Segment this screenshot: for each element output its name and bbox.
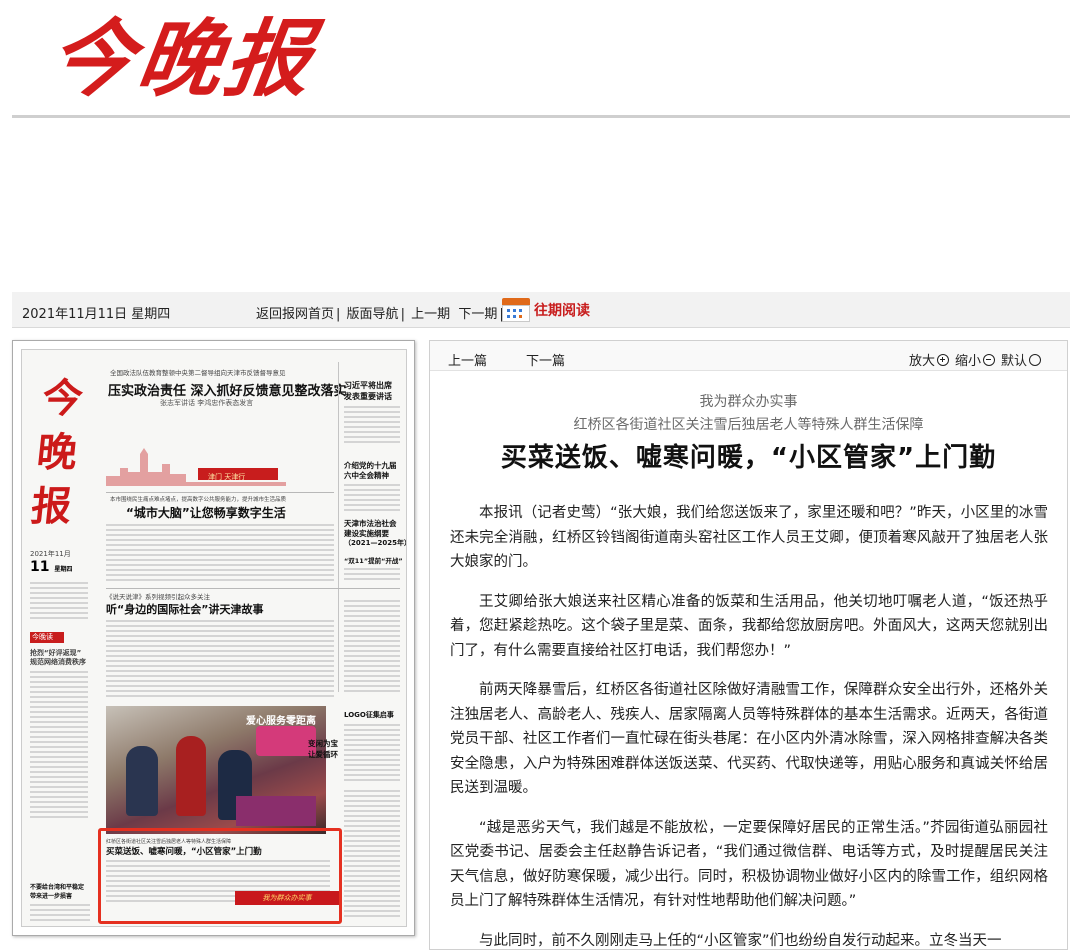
nav-separator: | — [400, 307, 405, 322]
thumb-date-day: 11 星期四 — [30, 559, 73, 575]
zoom-in-label: 放大 — [908, 354, 935, 369]
masthead-divider — [12, 115, 1070, 118]
hl-banner: 我为群众办实事 — [235, 891, 339, 905]
home-link[interactable]: 返回报网首页 — [256, 307, 334, 322]
next-issue-link[interactable]: 下一期 — [458, 307, 497, 322]
zoom-out-icon — [982, 353, 995, 366]
thumb-side-4[interactable]: “双11”提前“开战” — [344, 555, 403, 565]
issue-date: 2021年11月11日 星期四 — [22, 307, 171, 322]
layout-nav-link[interactable]: 版面导航 — [347, 307, 399, 322]
thumb-side-note-b[interactable]: 规范网络消费秩序 — [30, 658, 94, 667]
article-panel: 上一篇 下一篇 放大 缩小 默认 我为群众办实事 红桥区各街道社区关注雪后独居老… — [429, 340, 1068, 950]
thumb-side-5[interactable]: 变闲为宝 — [308, 738, 338, 749]
article-nav: 上一篇 下一篇 放大 缩小 默认 — [430, 341, 1067, 371]
zoom-out-button[interactable]: 缩小 — [955, 350, 995, 369]
article-paragraph: 前两天降暴雪后，红桥区各街道社区除做好清融雪工作，保障群众安全出行外，还格外关注… — [450, 682, 1048, 796]
thumb-side-column: 2021年11月 11 星期四 今晚读 抢烈“好评返现” 规范网络消费秩序 — [30, 550, 94, 821]
thumb-side-1b[interactable]: 发表重要讲话 — [344, 391, 392, 402]
thumb-side-note[interactable]: 抢烈“好评返现” — [30, 649, 94, 658]
thumb-side-6b[interactable]: 带来进一步损害 — [30, 891, 72, 900]
zoom-in-icon — [936, 353, 949, 366]
thumb-side-1[interactable]: 习近平将出席 — [344, 380, 392, 391]
masthead: 今晚报 — [0, 0, 1080, 118]
prev-issue-link[interactable]: 上一期 — [411, 307, 450, 322]
zoom-out-label: 缩小 — [954, 354, 981, 369]
thumb-side-5b[interactable]: 让爱循环 — [308, 749, 338, 760]
archive-button[interactable]: 往期阅读 — [502, 296, 590, 324]
thumb-side-2b[interactable]: 六中全会精神 — [344, 470, 389, 481]
newspaper-logo[interactable]: 今晚报 — [42, 4, 321, 114]
article-kicker-1: 我为群众办实事 — [699, 394, 798, 410]
thumb-logo: 今晚报 — [28, 375, 86, 530]
prev-article-link[interactable]: 上一篇 — [448, 350, 487, 369]
article-headline: 买菜送饭、嘘寒问暖，“小区管家”上门勤 — [500, 443, 997, 473]
selected-article-highlight[interactable]: 我为群众办实事 — [98, 828, 342, 924]
default-size-button[interactable]: 默认 — [1001, 350, 1041, 369]
skyline-graphic — [106, 448, 286, 486]
issue-nav: 返回报网首页| 版面导航| 上一期 下一期| — [256, 303, 506, 322]
thumb-story-headline[interactable]: 听“身边的国际社会”讲天津故事 — [106, 601, 263, 617]
article-paragraph: “越是恶劣天气，我们越是不能放松，一定要保障好居民的正常生活。”芥园街道弘丽园社… — [450, 819, 1048, 910]
archive-label: 往期阅读 — [534, 303, 590, 319]
thumb-smart-headline[interactable]: “城市大脑”让您畅享数字生活 — [126, 504, 286, 521]
article-paragraph: 本报讯（记者史莺）“张大娘，我们给您送饭来了，家里还暖和吧？”昨天，小区里的冰雪… — [450, 505, 1048, 570]
article-paragraph: 与此同时，前不久刚刚走马上任的“小区管家”们也纷纷自发行动起来。立冬当天一 — [479, 932, 1002, 949]
thumb-side-6[interactable]: 不要给台湾和平稳定 — [30, 882, 84, 891]
zoom-in-button[interactable]: 放大 — [909, 350, 949, 369]
news-photo[interactable]: 爱心服务零距离 — [106, 706, 326, 834]
text-size-controls: 放大 缩小 默认 — [905, 350, 1041, 369]
thumb-slogan: 津门 天津行 — [208, 473, 246, 481]
thumb-logo-call[interactable]: LOGO征集启事 — [344, 710, 394, 720]
thumb-lead-sub: 张志军讲话 李鸿忠作表态发言 — [160, 399, 254, 407]
issue-toolbar: 2021年11月11日 星期四 返回报网首页| 版面导航| 上一期 下一期| 往… — [12, 292, 1070, 328]
photo-banner: 爱心服务零距离 — [246, 716, 316, 727]
next-article-link[interactable]: 下一篇 — [526, 350, 565, 369]
thumb-side-3c[interactable]: （2021—2025年） — [344, 538, 406, 548]
article-body: 本报讯（记者史莺）“张大娘，我们给您送饭来了，家里还暖和吧？”昨天，小区里的冰雪… — [450, 501, 1048, 949]
default-radio-icon — [1029, 353, 1041, 366]
default-size-label: 默认 — [1000, 354, 1027, 369]
thumb-top-kicker: 全国政法队伍教育整顿中央第二督导组向天津市反馈督导意见 — [110, 369, 286, 377]
page-thumbnail-frame: 今晚报 全国政法队伍教育整顿中央第二督导组向天津市反馈督导意见 压实政治责任 深… — [12, 340, 415, 936]
thumb-lead-headline[interactable]: 压实政治责任 深入抓好反馈意见整改落实 — [108, 380, 347, 399]
calendar-icon — [502, 298, 530, 322]
article-kicker-2: 红桥区各街道社区关注雪后独居老人等特殊人群生活保障 — [573, 417, 924, 433]
thumb-side-tag: 今晚读 — [30, 632, 64, 643]
article-paragraph: 王艾卿给张大娘送来社区精心准备的饭菜和生活用品，他关切地叮嘱老人道，“饭还热乎着… — [450, 593, 1048, 659]
page-thumbnail[interactable]: 今晚报 全国政法队伍教育整顿中央第二督导组向天津市反馈督导意见 压实政治责任 深… — [21, 349, 407, 927]
nav-separator: | — [336, 307, 341, 322]
thumb-date-year: 2021年11月 — [30, 550, 71, 558]
